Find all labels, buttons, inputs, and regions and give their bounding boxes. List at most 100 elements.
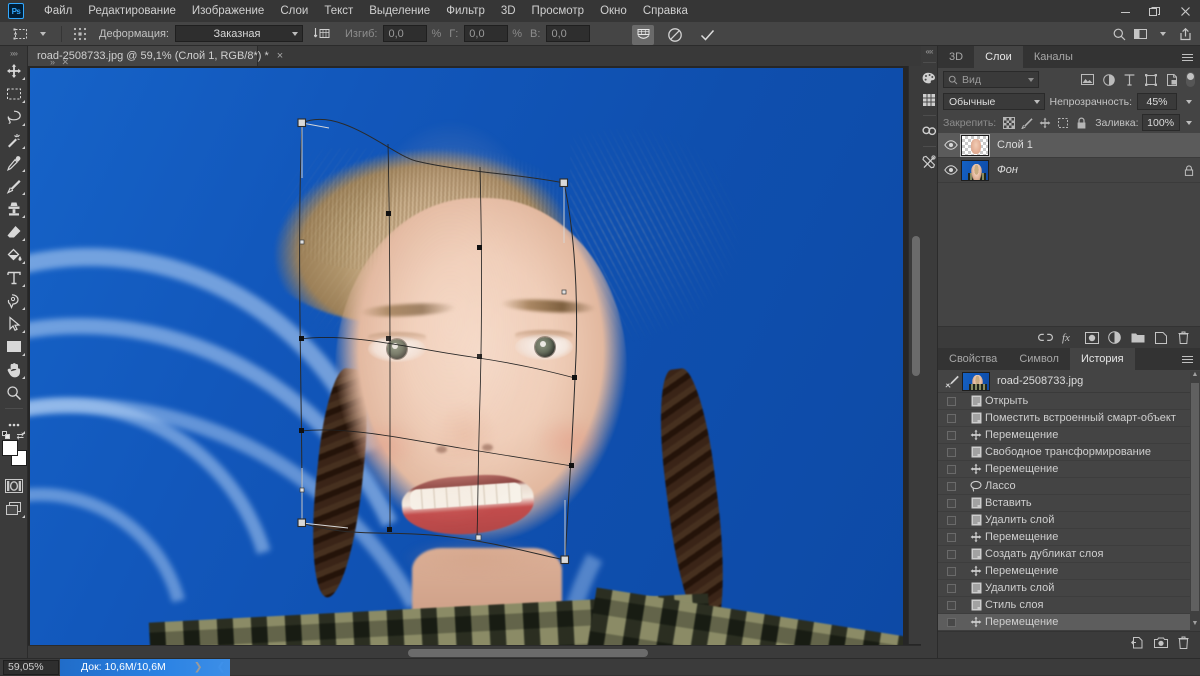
history-snapshot-checkbox[interactable] xyxy=(947,532,956,542)
menu-3d[interactable]: 3D xyxy=(493,0,524,22)
history-snapshot-checkbox[interactable] xyxy=(947,413,956,423)
history-item[interactable]: Удалить слой xyxy=(938,512,1200,529)
history-item[interactable]: Перемещение xyxy=(938,461,1200,478)
tab-layers[interactable]: Слои xyxy=(974,46,1023,68)
eyedropper-tool[interactable] xyxy=(1,151,27,174)
history-snapshot-checkbox[interactable] xyxy=(947,447,956,457)
add-layer-mask-icon[interactable] xyxy=(1083,329,1100,346)
type-tool[interactable] xyxy=(1,266,27,289)
panel-menu-icon[interactable] xyxy=(1182,51,1194,63)
creative-cloud-icon[interactable] xyxy=(921,120,938,142)
color-swatches[interactable]: ⇄ xyxy=(1,431,27,466)
history-snapshot-row[interactable]: road-2508733.jpg xyxy=(938,370,1200,393)
move-tool[interactable] xyxy=(1,59,27,82)
tools-wrench-icon[interactable] xyxy=(921,151,938,173)
layer-row-2[interactable]: Фон xyxy=(938,158,1200,183)
history-snapshot-checkbox[interactable] xyxy=(947,600,956,610)
v-input[interactable]: 0,0 xyxy=(546,25,591,42)
menu-help[interactable]: Справка xyxy=(635,0,696,22)
zoom-tool[interactable] xyxy=(1,381,27,404)
close-icon[interactable]: × xyxy=(277,50,283,62)
h-input[interactable]: 0,0 xyxy=(464,25,509,42)
change-warp-orientation-icon[interactable] xyxy=(311,24,333,44)
lock-all-icon[interactable] xyxy=(1074,115,1089,131)
filter-image-icon[interactable] xyxy=(1079,71,1096,88)
magic-wand-tool[interactable] xyxy=(1,128,27,151)
toggle-free-transform-warp-icon[interactable] xyxy=(632,25,654,45)
layer-lock-icon[interactable] xyxy=(1178,164,1200,176)
filter-shape-icon[interactable] xyxy=(1142,71,1159,88)
filter-adjustment-icon[interactable] xyxy=(1100,71,1117,88)
search-icon[interactable] xyxy=(1108,24,1130,44)
layer-thumbnail[interactable] xyxy=(961,159,989,181)
collapse-panels-icon[interactable]: «« xyxy=(926,46,934,58)
history-item[interactable]: Перемещение xyxy=(938,427,1200,444)
menu-type[interactable]: Текст xyxy=(316,0,361,22)
scroll-up-icon[interactable]: ▲ xyxy=(1191,371,1199,382)
history-snapshot-checkbox[interactable] xyxy=(947,549,956,559)
tab-3d[interactable]: 3D xyxy=(938,46,975,68)
new-snapshot-icon[interactable] xyxy=(1152,634,1169,651)
layer-style-fx-icon[interactable]: fx xyxy=(1060,329,1077,346)
zoom-level-input[interactable]: 59,05% xyxy=(3,659,59,675)
layer-thumbnail[interactable] xyxy=(960,133,990,157)
link-layers-icon[interactable] xyxy=(1037,329,1054,346)
history-snapshot-checkbox[interactable] xyxy=(947,566,956,576)
filter-enable-toggle[interactable] xyxy=(1186,72,1195,87)
history-item[interactable]: Открыть xyxy=(938,393,1200,410)
delete-layer-icon[interactable] xyxy=(1175,329,1192,346)
arrange-chevron-down-icon[interactable] xyxy=(1152,24,1174,44)
pen-tool[interactable] xyxy=(1,289,27,312)
scroll-down-icon[interactable]: ▼ xyxy=(1191,620,1199,631)
quick-mask-icon[interactable] xyxy=(1,474,27,497)
tab-character[interactable]: Символ xyxy=(1008,348,1070,370)
menu-file[interactable]: Файл xyxy=(36,0,80,22)
history-snapshot-checkbox[interactable] xyxy=(947,464,956,474)
menu-layers[interactable]: Слои xyxy=(272,0,316,22)
layer-filter-kind-select[interactable]: Вид xyxy=(943,71,1039,88)
history-item[interactable]: Перемещение xyxy=(938,614,1200,631)
swatches-grid-icon[interactable] xyxy=(921,89,938,111)
lock-position-icon[interactable] xyxy=(1038,115,1053,131)
vertical-scroll-thumb[interactable] xyxy=(912,236,920,376)
toolbar-collapse-icon[interactable]: »» xyxy=(10,48,18,59)
menu-select[interactable]: Выделение xyxy=(361,0,438,22)
share-icon[interactable] xyxy=(1174,24,1196,44)
tab-properties[interactable]: Свойства xyxy=(938,348,1009,370)
layer-name[interactable]: Фон xyxy=(997,164,1178,176)
warp-transform-icon[interactable] xyxy=(10,24,32,44)
history-snapshot-checkbox[interactable] xyxy=(947,515,956,525)
history-item[interactable]: Свободное трансформирование xyxy=(938,444,1200,461)
layer-visibility-icon[interactable] xyxy=(941,140,961,150)
lock-transparent-pixels-icon[interactable] xyxy=(1001,115,1016,131)
history-snapshot-thumbnail[interactable] xyxy=(962,371,990,391)
close-icon[interactable] xyxy=(1170,0,1200,22)
eraser-tool[interactable] xyxy=(1,220,27,243)
menu-window[interactable]: Окно xyxy=(592,0,635,22)
lock-image-pixels-icon[interactable] xyxy=(1019,115,1034,131)
lock-artboard-icon[interactable] xyxy=(1056,115,1071,131)
history-scrollbar[interactable]: ▲ ▼ xyxy=(1190,371,1200,631)
default-colors-icon[interactable] xyxy=(1,431,11,440)
new-layer-icon[interactable] xyxy=(1152,329,1169,346)
history-snapshot-checkbox[interactable] xyxy=(947,498,956,508)
brush-tool[interactable] xyxy=(1,174,27,197)
history-snapshot-checkbox[interactable] xyxy=(947,617,956,627)
rectangular-marquee-tool[interactable] xyxy=(1,82,27,105)
filter-smart-object-icon[interactable] xyxy=(1163,71,1180,88)
history-item[interactable]: Удалить слой xyxy=(938,580,1200,597)
layer-name[interactable]: Слой 1 xyxy=(997,139,1200,151)
new-adjustment-layer-icon[interactable] xyxy=(1106,329,1123,346)
filter-type-icon[interactable] xyxy=(1121,71,1138,88)
menu-filter[interactable]: Фильтр xyxy=(438,0,493,22)
document-info-chevron-icon[interactable]: ❯ xyxy=(194,661,203,673)
menu-view[interactable]: Просмотр xyxy=(524,0,593,22)
image-canvas[interactable] xyxy=(30,68,903,654)
new-document-from-state-icon[interactable] xyxy=(1129,634,1146,651)
history-item[interactable]: Вставить xyxy=(938,495,1200,512)
canvas-area[interactable] xyxy=(28,66,921,658)
opacity-chevron-down-icon[interactable] xyxy=(1182,93,1195,110)
history-snapshot-checkbox[interactable] xyxy=(947,430,956,440)
menu-image[interactable]: Изображение xyxy=(184,0,272,22)
canvas-vertical-scrollbar[interactable] xyxy=(908,66,921,644)
